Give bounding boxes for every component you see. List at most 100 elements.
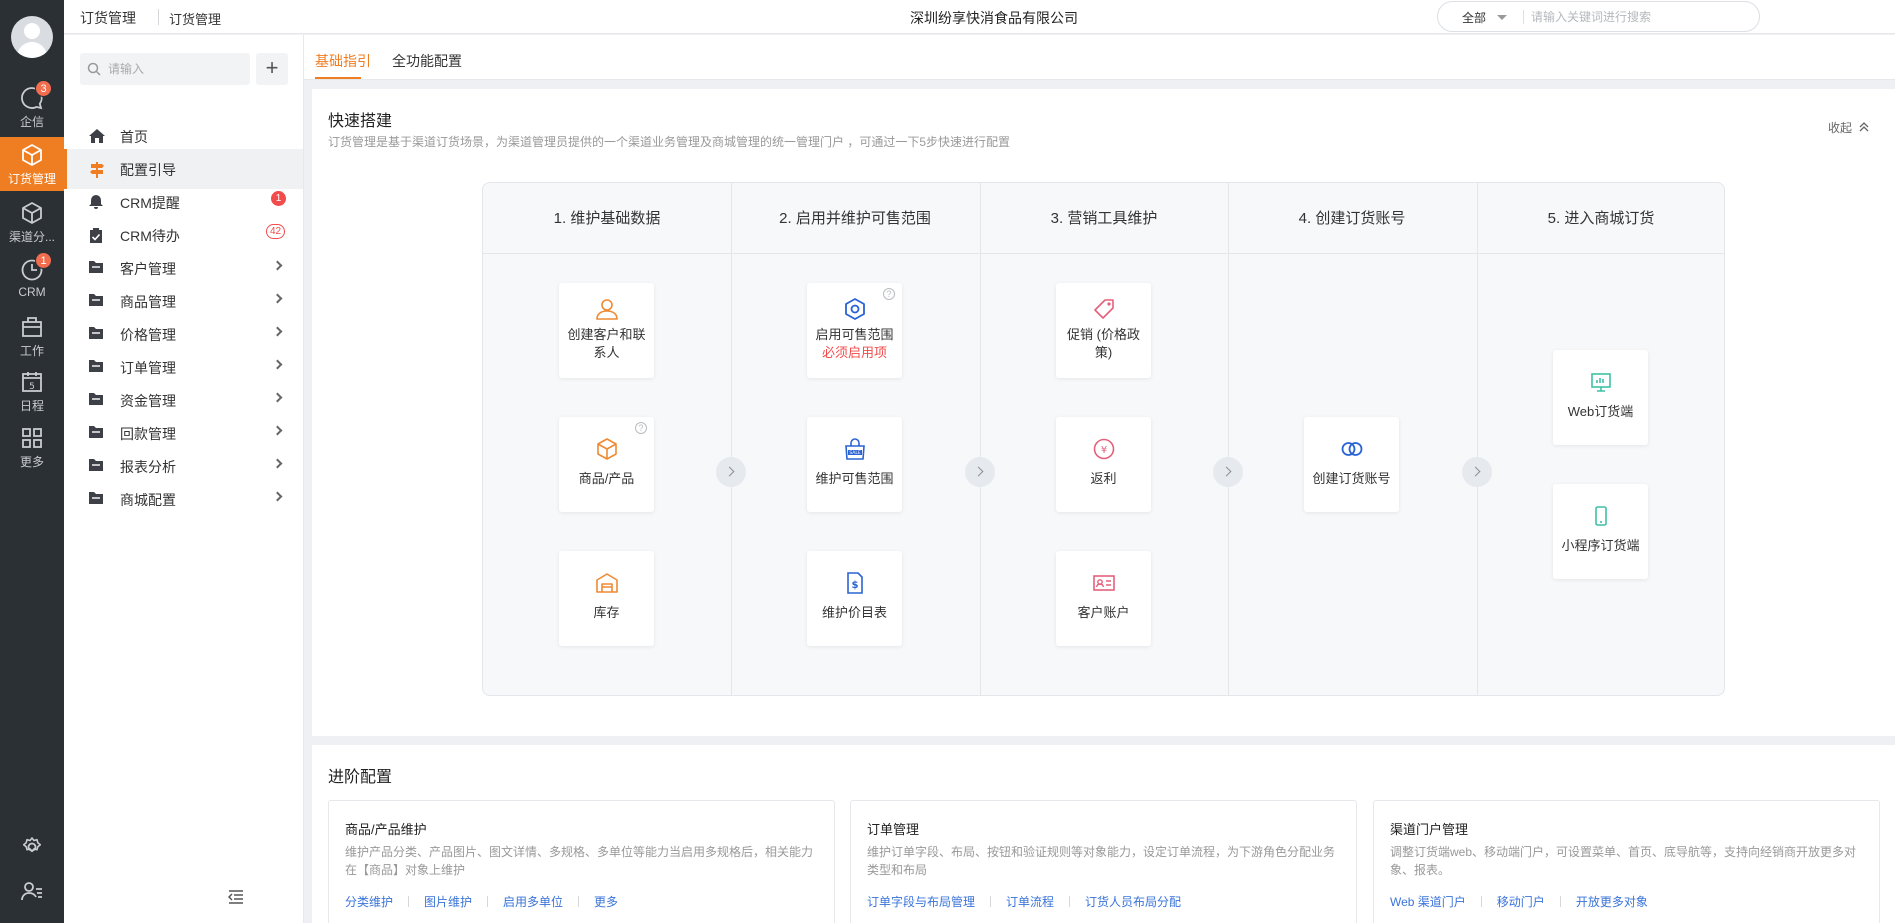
card-label: 创建订货账号 <box>1312 471 1391 486</box>
rail-item-order-management[interactable]: 订货管理 <box>0 137 64 191</box>
advanced-card-links: 分类维护 图片维护 启用多单位 更多 <box>345 893 618 910</box>
svg-text:¥: ¥ <box>1101 445 1107 456</box>
svg-text:$: $ <box>852 580 859 591</box>
card-label: 商品/产品 <box>578 471 635 486</box>
card-maintain-price-list[interactable]: $ 维护价目表 <box>807 551 902 646</box>
link-order-fields-layout[interactable]: 订单字段与布局管理 <box>867 895 975 909</box>
step-title-3: 3. 营销工具维护 <box>1050 210 1158 227</box>
link-order-flow[interactable]: 订单流程 <box>1006 895 1054 909</box>
card-promotion[interactable]: 促销 (价格政策) <box>1056 283 1151 378</box>
folder-icon <box>89 294 103 306</box>
card-label: 小程序订货端 <box>1561 538 1640 553</box>
link-more[interactable]: 更多 <box>594 895 618 909</box>
link-open-more-objects[interactable]: 开放更多对象 <box>1576 895 1648 909</box>
breadcrumb-app[interactable]: 订货管理 <box>80 8 136 28</box>
mobile-phone-icon <box>1595 506 1607 526</box>
add-button[interactable]: + <box>256 53 288 85</box>
sidebar-item-label: 配置引导 <box>120 162 176 178</box>
sidebar-search-input[interactable] <box>108 59 243 79</box>
rail-item-channel[interactable]: 渠道分... <box>0 195 64 249</box>
card-web-ordering[interactable]: Web订货端 <box>1553 350 1648 445</box>
sidebar-item-label: 报表分析 <box>120 459 176 475</box>
home-icon <box>89 129 105 143</box>
section-description: 订货管理是基于渠道订货场景，为渠道管理员提供的一个渠道业务管理及商城管理的统一管… <box>328 135 1011 149</box>
link-divider <box>578 896 580 907</box>
collapse-button[interactable]: 收起 <box>1828 119 1852 136</box>
link-divider <box>1480 896 1482 907</box>
chevron-down-icon[interactable] <box>1497 15 1507 20</box>
card-rebate[interactable]: ¥ 返利 <box>1056 417 1151 512</box>
card-maintain-sales-scope[interactable]: SALE 维护可售范围 <box>807 417 902 512</box>
card-label: 启用可售范围 必须启用项 <box>811 326 898 362</box>
folder-icon <box>89 360 103 372</box>
search-input[interactable] <box>1531 7 1746 27</box>
step-title-4: 4. 创建订货账号 <box>1298 210 1406 227</box>
rail-item-messaging[interactable]: 企信 3 <box>0 80 64 134</box>
chevrons-up-icon[interactable] <box>1859 122 1869 132</box>
card-create-customer-contact[interactable]: 创建客户和联系人 <box>559 283 654 378</box>
price-tag-icon <box>1094 299 1114 319</box>
folder-icon <box>89 327 103 339</box>
advanced-card-desc: 调整订货端web、移动端门户，可设置菜单、首页、底导航等，支持向经销商开放更多对… <box>1390 845 1857 877</box>
user-icon <box>596 299 618 320</box>
search-scope-select[interactable]: 全部 <box>1462 9 1486 26</box>
next-step-arrow <box>716 457 746 487</box>
collapse-sidebar-icon[interactable] <box>228 890 244 904</box>
section-title: 快速搭建 <box>328 113 393 130</box>
chevron-right-icon <box>272 293 283 304</box>
link-image-maintain[interactable]: 图片维护 <box>424 895 472 909</box>
calendar-icon: 5 <box>22 372 42 392</box>
rail-item-schedule[interactable]: 5 日程 <box>0 364 64 418</box>
rail-item-more[interactable]: 更多 <box>0 420 64 474</box>
settings-button[interactable] <box>0 836 64 858</box>
sale-bag-icon: SALE <box>845 438 865 460</box>
advanced-card-desc: 维护产品分类、产品图片、图文详情、多规格、多单位等能力当启用多规格后，相关能力在… <box>345 845 814 877</box>
bell-icon <box>89 195 103 209</box>
link-mobile-portal[interactable]: 移动门户 <box>1497 895 1545 909</box>
card-enable-sales-scope[interactable]: ? 启用可售范围 必须启用项 <box>807 283 902 378</box>
svg-text:SALE: SALE <box>849 450 861 456</box>
section-title: 进阶配置 <box>328 769 393 786</box>
help-icon[interactable]: ? <box>635 422 647 434</box>
link-category-maintain[interactable]: 分类维护 <box>345 895 393 909</box>
sidebar-item-label: 资金管理 <box>120 393 176 409</box>
sidebar-item-label: 回款管理 <box>120 426 176 442</box>
card-label: 客户账户 <box>1077 605 1130 620</box>
avatar[interactable] <box>11 16 53 58</box>
card-mini-program-ordering[interactable]: 小程序订货端 <box>1553 484 1648 579</box>
required-tag: 必须启用项 <box>821 345 887 360</box>
card-title: 启用可售范围 <box>815 327 894 342</box>
link-order-staff-layout[interactable]: 订货人员布局分配 <box>1085 895 1181 909</box>
column-divider <box>980 183 981 695</box>
next-step-arrow <box>965 457 995 487</box>
card-product[interactable]: ? 商品/产品 <box>559 417 654 512</box>
breadcrumb-divider <box>158 9 159 25</box>
tab-basic-guide[interactable]: 基础指引 <box>315 51 371 71</box>
calendar-day: 5 <box>29 382 35 392</box>
yuan-coin-icon: ¥ <box>1093 438 1115 460</box>
sidebar-item-label: 首页 <box>120 129 148 145</box>
card-inventory[interactable]: 库存 <box>559 551 654 646</box>
rail-item-label: 渠道分... <box>8 230 55 244</box>
next-step-arrow <box>1213 457 1243 487</box>
card-label: 促销 (价格政策) <box>1067 327 1140 360</box>
sidebar-item-label: 订单管理 <box>120 360 176 376</box>
card-customer-account[interactable]: 客户账户 <box>1056 551 1151 646</box>
link-divider <box>990 896 992 907</box>
clipboard-check-icon <box>90 228 102 243</box>
card-label: Web订货端 <box>1567 404 1634 419</box>
sidebar-item-label: 商城配置 <box>120 492 176 508</box>
link-enable-multi-unit[interactable]: 启用多单位 <box>503 895 563 909</box>
reminder-count-badge: 1 <box>271 191 286 206</box>
advanced-card-order: 订单管理 维护订单字段、布局、按钮和验证规则等对象能力，设定订单流程，为下游角色… <box>850 800 1357 923</box>
sidebar-item-mall-config[interactable]: 商城配置 <box>64 479 303 519</box>
user-settings-button[interactable] <box>0 880 64 902</box>
tab-full-config[interactable]: 全功能配置 <box>392 51 462 71</box>
help-icon[interactable]: ? <box>883 288 895 300</box>
active-tab-indicator <box>315 77 361 79</box>
rail-item-work[interactable]: 工作 <box>0 309 64 363</box>
rail-item-label: 工作 <box>19 344 44 358</box>
rail-item-crm[interactable]: CRM 1 <box>0 252 64 306</box>
card-create-order-account[interactable]: 创建订货账号 <box>1304 417 1399 512</box>
link-web-portal[interactable]: Web 渠道门户 <box>1390 895 1466 909</box>
